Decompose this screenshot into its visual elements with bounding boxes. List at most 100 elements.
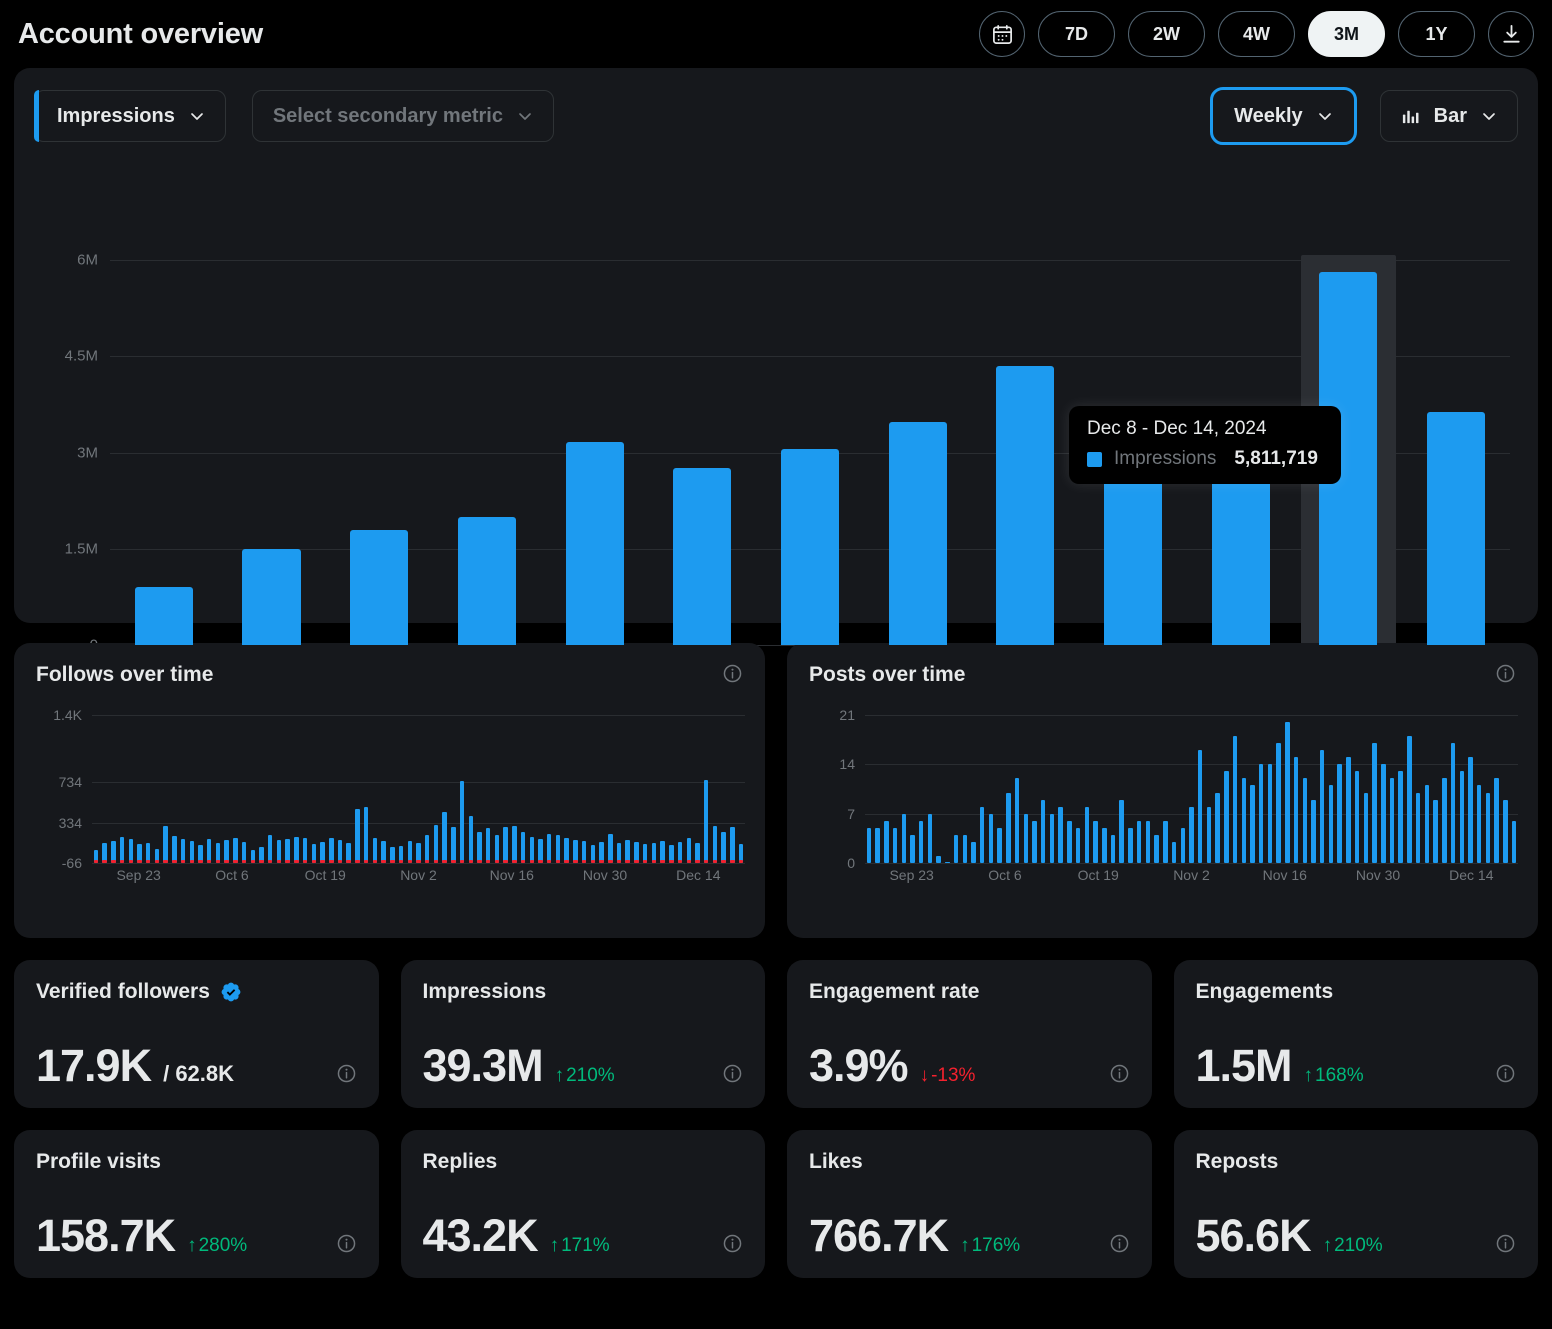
sparkline-bar-cell[interactable]	[397, 715, 405, 863]
primary-metric-select[interactable]: Impressions	[34, 90, 226, 142]
chart-bar-cell[interactable]	[1402, 260, 1510, 645]
sparkline-bar[interactable]	[495, 835, 499, 863]
posts-sparkline[interactable]: 071421 Sep 23Oct 6Oct 19Nov 2Nov 16Nov 3…	[809, 715, 1518, 875]
chart-bar-cell[interactable]	[756, 260, 864, 645]
sparkline-bar[interactable]	[364, 807, 368, 863]
sparkline-bar-cell[interactable]	[406, 715, 414, 863]
sparkline-bar-cell[interactable]	[978, 715, 986, 863]
sparkline-bar-cell[interactable]	[580, 715, 588, 863]
sparkline-bar-cell[interactable]	[865, 715, 873, 863]
sparkline-bar-cell[interactable]	[1048, 715, 1056, 863]
sparkline-bar[interactable]	[434, 825, 438, 863]
chart-bar[interactable]	[566, 442, 624, 645]
chart-bar[interactable]	[889, 422, 947, 645]
calendar-icon[interactable]	[979, 11, 1025, 57]
chart-bar[interactable]	[458, 517, 516, 645]
sparkline-bar-cell[interactable]	[667, 715, 675, 863]
sparkline-bar-cell[interactable]	[197, 715, 205, 863]
sparkline-bar-cell[interactable]	[554, 715, 562, 863]
sparkline-bar-cell[interactable]	[205, 715, 213, 863]
sparkline-bar-cell[interactable]	[909, 715, 917, 863]
sparkline-bar[interactable]	[1311, 800, 1315, 863]
sparkline-bar-cell[interactable]	[458, 715, 466, 863]
sparkline-bar-cell[interactable]	[1222, 715, 1230, 863]
sparkline-bar-cell[interactable]	[685, 715, 693, 863]
range-button-1y[interactable]: 1Y	[1398, 11, 1475, 57]
sparkline-bar-cell[interactable]	[1170, 715, 1178, 863]
sparkline-bar-cell[interactable]	[545, 715, 553, 863]
sparkline-bar-cell[interactable]	[1353, 715, 1361, 863]
sparkline-bar-cell[interactable]	[1240, 715, 1248, 863]
sparkline-bar[interactable]	[477, 832, 481, 863]
sparkline-bar-cell[interactable]	[1388, 715, 1396, 863]
sparkline-bar-cell[interactable]	[1345, 715, 1353, 863]
sparkline-bar-cell[interactable]	[362, 715, 370, 863]
sparkline-bar[interactable]	[1486, 793, 1490, 863]
sparkline-bar-cell[interactable]	[1467, 715, 1475, 863]
sparkline-bar[interactable]	[1303, 778, 1307, 863]
sparkline-bar[interactable]	[1154, 835, 1158, 863]
sparkline-bar-cell[interactable]	[327, 715, 335, 863]
sparkline-bar[interactable]	[1085, 807, 1089, 863]
sparkline-bar-cell[interactable]	[1458, 715, 1466, 863]
sparkline-bar[interactable]	[910, 835, 914, 863]
sparkline-bar-cell[interactable]	[1493, 715, 1501, 863]
sparkline-bar-cell[interactable]	[388, 715, 396, 863]
sparkline-bar[interactable]	[1503, 800, 1507, 863]
sparkline-bar[interactable]	[1346, 757, 1350, 863]
chart-bar[interactable]	[242, 549, 300, 645]
sparkline-bar-cell[interactable]	[380, 715, 388, 863]
sparkline-bar-cell[interactable]	[249, 715, 257, 863]
sparkline-bar[interactable]	[928, 814, 932, 863]
secondary-metric-select[interactable]: Select secondary metric	[252, 90, 554, 142]
sparkline-bar-cell[interactable]	[528, 715, 536, 863]
info-icon[interactable]	[1495, 1233, 1516, 1254]
sparkline-bar-cell[interactable]	[423, 715, 431, 863]
sparkline-bar-cell[interactable]	[214, 715, 222, 863]
sparkline-bar[interactable]	[1416, 793, 1420, 863]
sparkline-bar[interactable]	[1512, 821, 1516, 863]
sparkline-bar-cell[interactable]	[1336, 715, 1344, 863]
sparkline-bar-cell[interactable]	[1257, 715, 1265, 863]
sparkline-bar[interactable]	[1442, 778, 1446, 863]
chart-bar-cell[interactable]	[541, 260, 649, 645]
sparkline-bar-cell[interactable]	[961, 715, 969, 863]
sparkline-bar[interactable]	[1433, 800, 1437, 863]
sparkline-bar[interactable]	[1477, 785, 1481, 863]
chart-bar-cell[interactable]	[218, 260, 326, 645]
granularity-select[interactable]: Weekly	[1213, 90, 1354, 142]
sparkline-bar[interactable]	[1355, 771, 1359, 863]
sparkline-bar-cell[interactable]	[1013, 715, 1021, 863]
sparkline-bar-cell[interactable]	[1423, 715, 1431, 863]
sparkline-bar-cell[interactable]	[598, 715, 606, 863]
sparkline-bar-cell[interactable]	[935, 715, 943, 863]
sparkline-bar-cell[interactable]	[1074, 715, 1082, 863]
sparkline-bar[interactable]	[1250, 785, 1254, 863]
sparkline-bar-cell[interactable]	[720, 715, 728, 863]
sparkline-bar[interactable]	[1276, 743, 1280, 863]
sparkline-bar[interactable]	[1294, 757, 1298, 863]
sparkline-bar-cell[interactable]	[1249, 715, 1257, 863]
sparkline-bar[interactable]	[163, 826, 167, 863]
info-icon[interactable]	[1109, 1233, 1130, 1254]
sparkline-bar-cell[interactable]	[1284, 715, 1292, 863]
sparkline-bar-cell[interactable]	[1449, 715, 1457, 863]
sparkline-bar-cell[interactable]	[917, 715, 925, 863]
sparkline-bar-cell[interactable]	[1205, 715, 1213, 863]
sparkline-bar[interactable]	[1050, 814, 1054, 863]
sparkline-bar[interactable]	[451, 827, 455, 863]
sparkline-bar[interactable]	[1076, 828, 1080, 863]
sparkline-bar[interactable]	[945, 862, 949, 863]
sparkline-bar-cell[interactable]	[223, 715, 231, 863]
chart-bar[interactable]	[673, 468, 731, 645]
info-icon[interactable]	[1495, 1063, 1516, 1084]
sparkline-bar[interactable]	[469, 816, 473, 863]
sparkline-bar[interactable]	[1041, 800, 1045, 863]
sparkline-bar[interactable]	[521, 832, 525, 863]
follows-bars[interactable]	[92, 715, 745, 863]
sparkline-bar-cell[interactable]	[371, 715, 379, 863]
sparkline-bar-cell[interactable]	[1022, 715, 1030, 863]
sparkline-bar-cell[interactable]	[1214, 715, 1222, 863]
sparkline-bar[interactable]	[1128, 828, 1132, 863]
sparkline-bar-cell[interactable]	[519, 715, 527, 863]
